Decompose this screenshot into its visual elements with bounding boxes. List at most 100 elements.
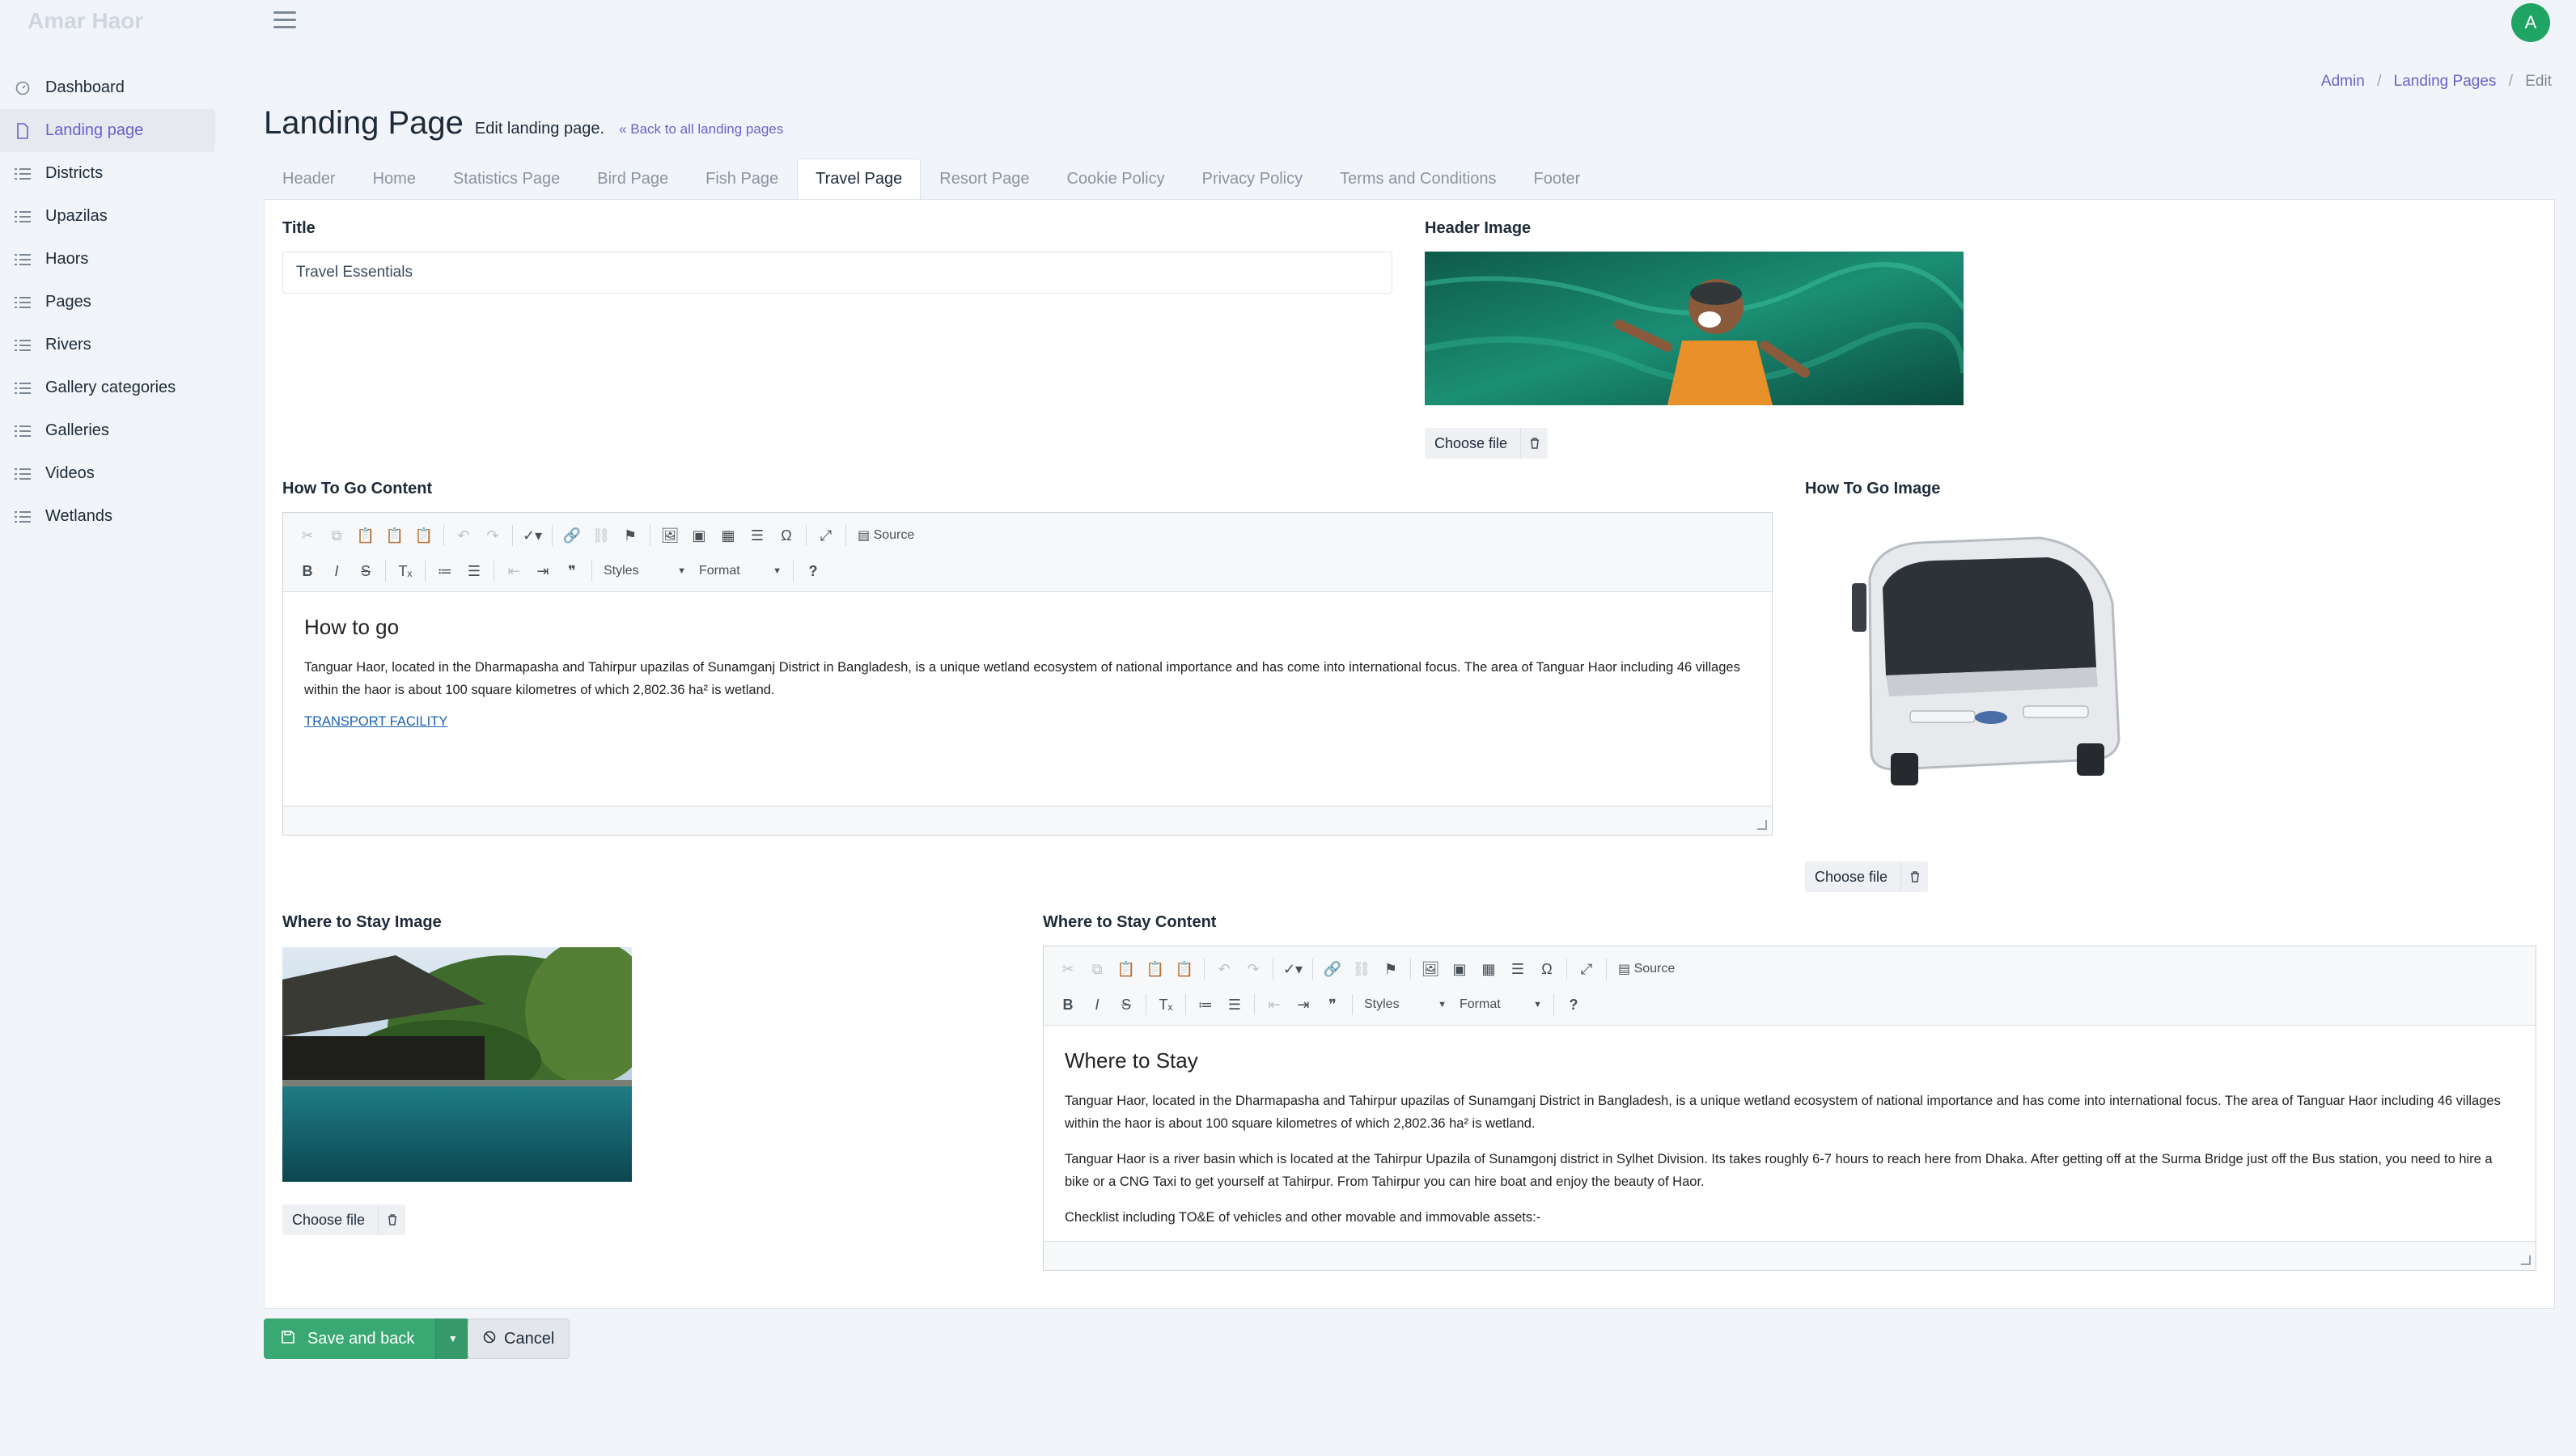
table-icon[interactable]: ▦ [714, 522, 743, 549]
sidebar-item-dashboard[interactable]: Dashboard [0, 66, 215, 109]
tab-home[interactable]: Home [354, 159, 434, 199]
horizontal-rule-icon[interactable]: ☰ [1503, 955, 1532, 983]
anchor-flag-icon[interactable]: ⚑ [1376, 955, 1405, 983]
unlink-icon[interactable]: ⛓ [587, 522, 616, 549]
hamburger-menu-icon[interactable] [273, 11, 296, 31]
trash-icon[interactable] [378, 1204, 405, 1235]
trash-icon[interactable] [1520, 428, 1548, 459]
sidebar-item-wetlands[interactable]: Wetlands [0, 495, 215, 538]
paste-icon[interactable]: 📋 [351, 522, 380, 549]
bulleted-list-icon[interactable]: ☰ [1220, 991, 1249, 1018]
anchor-flag-icon[interactable]: ⚑ [616, 522, 645, 549]
tab-statistics-page[interactable]: Statistics Page [434, 159, 578, 199]
styles-dropdown[interactable]: Styles ▼ [1358, 993, 1453, 1017]
remove-format-icon[interactable]: Tₓ [391, 557, 420, 585]
remove-format-icon[interactable]: Tₓ [1151, 991, 1180, 1018]
maximize-icon[interactable]: ⤢ [811, 522, 841, 549]
sidebar-item-pages[interactable]: Pages [0, 281, 215, 324]
redo-icon[interactable]: ↷ [478, 522, 507, 549]
table-icon[interactable]: ▦ [1474, 955, 1503, 983]
tab-privacy-policy[interactable]: Privacy Policy [1184, 159, 1321, 199]
breadcrumb-admin[interactable]: Admin [2321, 73, 2365, 90]
trash-icon[interactable] [1900, 861, 1928, 892]
tab-header[interactable]: Header [264, 159, 354, 199]
maximize-icon[interactable]: ⤢ [1572, 955, 1601, 983]
sidebar-item-haors[interactable]: Haors [0, 238, 215, 281]
paste-text-icon[interactable]: 📋 [380, 522, 409, 549]
choose-file-button[interactable]: Choose file [1805, 861, 1900, 892]
bulleted-list-icon[interactable]: ☰ [460, 557, 489, 585]
format-dropdown[interactable]: Format ▼ [1453, 993, 1549, 1017]
source-button[interactable]: ▤ Source [851, 527, 921, 544]
blockquote-icon[interactable]: ❞ [557, 557, 587, 585]
sidebar-item-landing-page[interactable]: Landing page [0, 109, 215, 152]
spellcheck-icon[interactable]: ✓▾ [1278, 955, 1307, 983]
indent-icon[interactable]: ⇥ [1289, 991, 1318, 1018]
indent-icon[interactable]: ⇥ [528, 557, 557, 585]
paste-word-icon[interactable]: 📋 [409, 522, 439, 549]
cancel-button[interactable]: Cancel [468, 1318, 570, 1359]
flash-icon[interactable]: ▣ [684, 522, 714, 549]
undo-icon[interactable]: ↶ [449, 522, 478, 549]
sidebar-item-gallery-categories[interactable]: Gallery categories [0, 366, 215, 409]
outdent-icon[interactable]: ⇤ [499, 557, 528, 585]
sidebar-item-videos[interactable]: Videos [0, 452, 215, 495]
tab-terms-and-conditions[interactable]: Terms and Conditions [1321, 159, 1515, 199]
undo-icon[interactable]: ↶ [1210, 955, 1239, 983]
cut-icon[interactable]: ✂ [293, 522, 322, 549]
format-dropdown[interactable]: Format ▼ [693, 559, 788, 583]
spellcheck-icon[interactable]: ✓▾ [518, 522, 547, 549]
horizontal-rule-icon[interactable]: ☰ [743, 522, 772, 549]
transport-facility-link[interactable]: TRANSPORT FACILITY [304, 714, 447, 729]
tab-fish-page[interactable]: Fish Page [687, 159, 797, 199]
special-char-icon[interactable]: Ω [772, 522, 801, 549]
tab-travel-page[interactable]: Travel Page [797, 159, 922, 199]
numbered-list-icon[interactable]: ≔ [430, 557, 460, 585]
sidebar-item-rivers[interactable]: Rivers [0, 324, 215, 366]
blockquote-icon[interactable]: ❞ [1318, 991, 1347, 1018]
paste-word-icon[interactable]: 📋 [1170, 955, 1199, 983]
link-icon[interactable]: 🔗 [557, 522, 587, 549]
redo-icon[interactable]: ↷ [1239, 955, 1268, 983]
save-options-dropdown[interactable]: ▼ [435, 1318, 470, 1359]
italic-icon[interactable]: I [1083, 991, 1112, 1018]
styles-dropdown[interactable]: Styles ▼ [597, 559, 693, 583]
special-char-icon[interactable]: Ω [1532, 955, 1561, 983]
tab-cookie-policy[interactable]: Cookie Policy [1048, 159, 1183, 199]
choose-file-button[interactable]: Choose file [1425, 428, 1520, 459]
strike-icon[interactable]: S [1112, 991, 1141, 1018]
paste-text-icon[interactable]: 📋 [1141, 955, 1170, 983]
flash-icon[interactable]: ▣ [1445, 955, 1474, 983]
image-icon[interactable]: 🖼 [655, 522, 684, 549]
source-button[interactable]: ▤ Source [1612, 961, 1681, 977]
tab-resort-page[interactable]: Resort Page [921, 159, 1048, 199]
brand-logo[interactable]: Amar Haor [28, 8, 143, 34]
avatar[interactable]: A [2511, 3, 2550, 42]
sidebar-item-districts[interactable]: Districts [0, 152, 215, 195]
save-and-back-button[interactable]: Save and back [264, 1318, 436, 1359]
image-icon[interactable]: 🖼 [1416, 955, 1445, 983]
sidebar-item-upazilas[interactable]: Upazilas [0, 195, 215, 238]
bold-icon[interactable]: B [293, 557, 322, 585]
italic-icon[interactable]: I [322, 557, 351, 585]
tab-footer[interactable]: Footer [1515, 159, 1599, 199]
help-icon[interactable]: ? [1559, 991, 1588, 1018]
outdent-icon[interactable]: ⇤ [1260, 991, 1289, 1018]
resize-grip-icon[interactable] [1757, 820, 1767, 830]
choose-file-button[interactable]: Choose file [282, 1204, 378, 1235]
tab-bird-page[interactable]: Bird Page [578, 159, 687, 199]
strike-icon[interactable]: S [351, 557, 380, 585]
back-link[interactable]: « Back to all landing pages [619, 121, 783, 138]
numbered-list-icon[interactable]: ≔ [1191, 991, 1220, 1018]
title-input[interactable] [282, 252, 1392, 294]
copy-icon[interactable]: ⧉ [1083, 955, 1112, 983]
cut-icon[interactable]: ✂ [1053, 955, 1083, 983]
editor-content[interactable]: How to go Tanguar Haor, located in the D… [283, 592, 1772, 741]
resize-grip-icon[interactable] [2521, 1255, 2531, 1265]
bold-icon[interactable]: B [1053, 991, 1083, 1018]
link-icon[interactable]: 🔗 [1318, 955, 1347, 983]
unlink-icon[interactable]: ⛓ [1347, 955, 1376, 983]
editor-content[interactable]: Where to Stay Tanguar Haor, located in t… [1044, 1026, 2536, 1253]
paste-icon[interactable]: 📋 [1112, 955, 1141, 983]
sidebar-item-galleries[interactable]: Galleries [0, 409, 215, 452]
